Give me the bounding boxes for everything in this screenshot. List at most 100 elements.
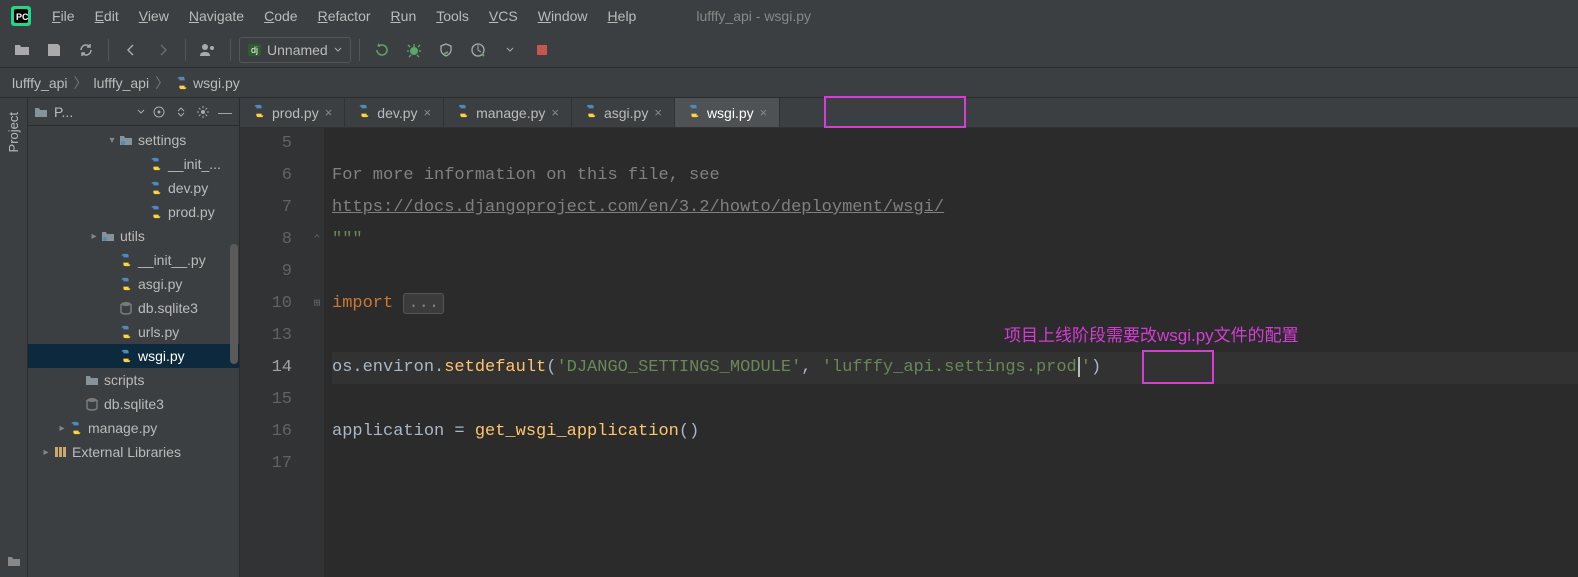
editor-tabs: prod.py×dev.py×manage.py×asgi.py×wsgi.py… (240, 98, 1578, 128)
profile-icon[interactable] (464, 36, 492, 64)
debug-icon[interactable] (400, 36, 428, 64)
tree-item[interactable]: dev.py (28, 176, 239, 200)
tree-item[interactable]: ▾settings (28, 128, 239, 152)
folder-icon (118, 133, 134, 147)
run-config-label: Unnamed (267, 42, 328, 58)
editor-tab[interactable]: asgi.py× (572, 98, 675, 127)
run-mode-icon[interactable] (496, 36, 524, 64)
run-config-selector[interactable]: dj Unnamed (239, 37, 351, 63)
tree-item[interactable]: ▸External Libraries (28, 440, 239, 464)
tree-item[interactable]: asgi.py (28, 272, 239, 296)
coverage-icon[interactable] (432, 36, 460, 64)
breadcrumbs: lufffy_api 〉 lufffy_api 〉 wsgi.py (0, 68, 1578, 98)
panel-title: P... (54, 104, 131, 120)
py-icon (118, 277, 134, 291)
tree-item[interactable]: ▸manage.py (28, 416, 239, 440)
annotation-text: 项目上线阶段需要改wsgi.py文件的配置 (1004, 320, 1299, 352)
users-icon[interactable] (194, 36, 222, 64)
toolbar: dj Unnamed (0, 32, 1578, 68)
python-file-icon (175, 76, 189, 90)
folder-icon (100, 229, 116, 243)
python-file-icon (357, 104, 371, 121)
code-editor[interactable]: 56789101314151617 ⌃⊞ 项目上线阶段需要改wsgi.py文件的… (240, 128, 1578, 577)
tree-item[interactable]: prod.py (28, 200, 239, 224)
tree-item[interactable]: db.sqlite3 (28, 392, 239, 416)
python-file-icon (252, 104, 266, 121)
py-icon (148, 157, 164, 171)
lib-icon (52, 445, 68, 459)
db-icon (118, 301, 134, 315)
project-panel: P... — ▾settings__init_...dev.pyprod.py▸… (28, 98, 240, 577)
tree-item[interactable]: db.sqlite3 (28, 296, 239, 320)
folder-plain-icon (84, 373, 100, 387)
tree-item[interactable]: __init__.py (28, 248, 239, 272)
chevron-right-icon: 〉 (155, 73, 169, 93)
breadcrumb-item[interactable]: lufffy_api (94, 75, 150, 91)
py-icon (118, 253, 134, 267)
open-icon[interactable] (8, 36, 36, 64)
project-view-icon (34, 105, 48, 119)
stop-icon[interactable] (528, 36, 556, 64)
window-title: lufffy_api - wsgi.py (696, 8, 811, 24)
menu-view[interactable]: View (129, 4, 179, 28)
editor-tab[interactable]: manage.py× (444, 98, 572, 127)
hide-icon[interactable]: — (217, 104, 233, 120)
close-icon[interactable]: × (551, 105, 559, 120)
py-icon (148, 181, 164, 195)
py-icon (118, 325, 134, 339)
breadcrumb-item[interactable]: wsgi.py (175, 75, 240, 91)
python-file-icon (584, 104, 598, 121)
svg-text:PC: PC (16, 12, 29, 22)
menu-refactor[interactable]: Refactor (308, 4, 381, 28)
tree-item[interactable]: __init_... (28, 152, 239, 176)
tree-item[interactable]: scripts (28, 368, 239, 392)
project-tree[interactable]: ▾settings__init_...dev.pyprod.py▸utils__… (28, 126, 239, 577)
panel-header: P... — (28, 98, 239, 126)
tree-item[interactable]: wsgi.py (28, 344, 239, 368)
close-icon[interactable]: × (654, 105, 662, 120)
chevron-right-icon: 〉 (74, 73, 88, 93)
menu-navigate[interactable]: Navigate (179, 4, 254, 28)
locate-icon[interactable] (151, 104, 167, 120)
expand-all-icon[interactable] (173, 104, 189, 120)
back-icon[interactable] (117, 36, 145, 64)
forward-icon[interactable] (149, 36, 177, 64)
py-icon (148, 205, 164, 219)
editor-tab[interactable]: wsgi.py× (675, 98, 780, 127)
chevron-down-icon (334, 46, 342, 54)
save-icon[interactable] (40, 36, 68, 64)
menu-run[interactable]: Run (381, 4, 427, 28)
editor-area: prod.py×dev.py×manage.py×asgi.py×wsgi.py… (240, 98, 1578, 577)
menu-code[interactable]: Code (254, 4, 307, 28)
close-icon[interactable]: × (760, 105, 768, 120)
fold-strip: ⌃⊞ (310, 128, 324, 577)
gutter: 56789101314151617 (240, 128, 310, 577)
python-file-icon (456, 104, 470, 121)
menu-window[interactable]: Window (528, 4, 598, 28)
close-icon[interactable]: × (325, 105, 333, 120)
refresh-icon[interactable] (72, 36, 100, 64)
tree-item[interactable]: ▸utils (28, 224, 239, 248)
db-icon (84, 397, 100, 411)
editor-tab[interactable]: dev.py× (345, 98, 444, 127)
menu-bar: PC FileEditViewNavigateCodeRefactorRunTo… (0, 0, 1578, 32)
folder-icon[interactable] (6, 553, 22, 569)
close-icon[interactable]: × (424, 105, 432, 120)
code-content[interactable]: 项目上线阶段需要改wsgi.py文件的配置 For more informati… (324, 128, 1578, 577)
django-badge-icon: dj (248, 44, 261, 56)
rerun-icon[interactable] (368, 36, 396, 64)
project-tool-window-tab[interactable]: Project (4, 104, 23, 160)
settings-icon[interactable] (195, 104, 211, 120)
menu-vcs[interactable]: VCS (479, 4, 528, 28)
app-icon: PC (8, 3, 34, 29)
scrollbar-thumb[interactable] (230, 244, 238, 364)
menu-file[interactable]: File (42, 4, 85, 28)
breadcrumb-item[interactable]: lufffy_api (12, 75, 68, 91)
menu-help[interactable]: Help (598, 4, 647, 28)
tree-item[interactable]: urls.py (28, 320, 239, 344)
python-file-icon (687, 104, 701, 121)
editor-tab[interactable]: prod.py× (240, 98, 345, 127)
menu-tools[interactable]: Tools (426, 4, 479, 28)
chevron-down-icon[interactable] (137, 108, 145, 116)
menu-edit[interactable]: Edit (85, 4, 129, 28)
